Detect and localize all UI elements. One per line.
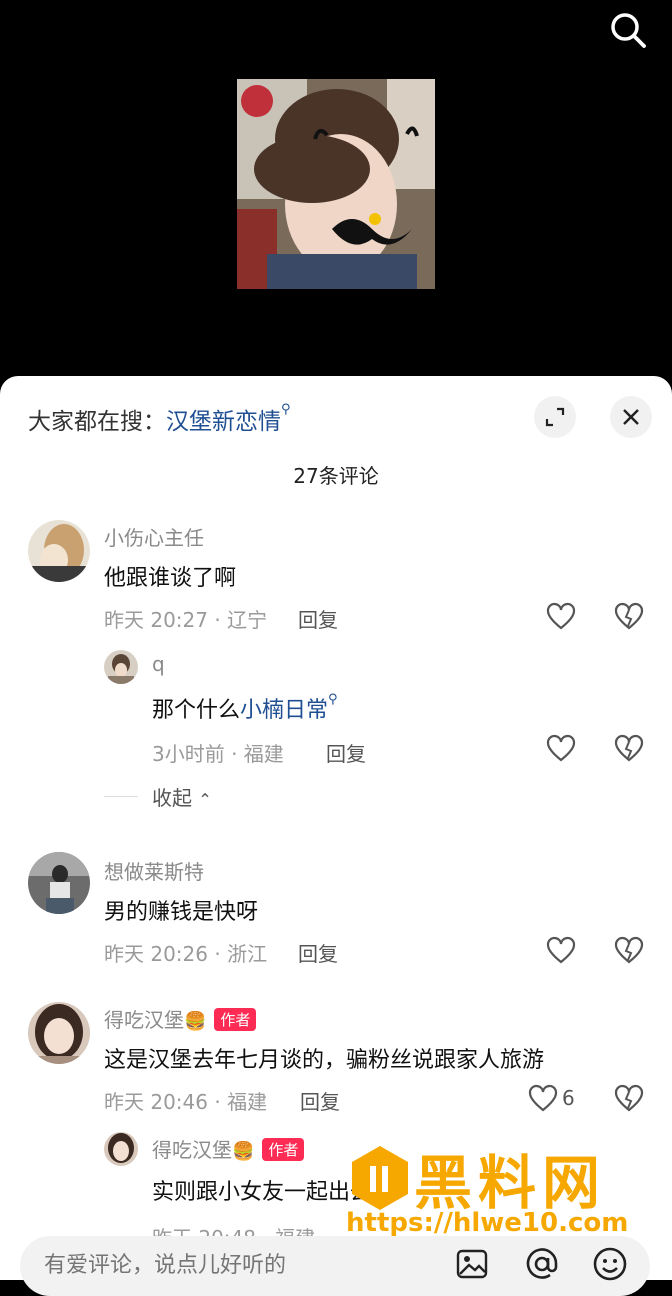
collapse-label: 收起 (152, 786, 192, 810)
comment-username[interactable]: 得吃汉堡🍔 作者 (104, 1004, 257, 1033)
mention-icon[interactable] (524, 1246, 560, 1282)
search-small-icon: ⚲ (328, 692, 338, 707)
avatar[interactable] (104, 1132, 138, 1166)
comment-meta: 昨天 20:27 · 辽宁 (104, 608, 268, 632)
comment-text[interactable]: 他跟谁谈了啊 (104, 560, 236, 592)
comment-username-text: 得吃汉堡 (104, 1008, 184, 1032)
emoji-icon[interactable] (592, 1246, 628, 1282)
reply-button[interactable]: 回复 (326, 738, 366, 767)
reply-button[interactable]: 回复 (298, 604, 338, 633)
reply-button[interactable]: 回复 (298, 938, 338, 967)
search-icon (611, 13, 646, 48)
avatar[interactable] (28, 520, 90, 582)
close-icon (623, 409, 639, 425)
author-badge: 作者 (214, 1008, 257, 1031)
hamburger-emoji-icon: 🍔 (232, 1141, 255, 1162)
like-icon[interactable] (546, 734, 576, 764)
reply-username-text: 得吃汉堡 (152, 1138, 232, 1162)
comment-meta: 昨天 20:46 · 福建 (104, 1090, 268, 1114)
author-badge: 作者 (262, 1138, 305, 1161)
like-icon[interactable] (546, 602, 576, 632)
hot-search-bar[interactable]: 大家都在搜：汉堡新恋情⚲ (28, 402, 291, 436)
reply-text[interactable]: 那个什么小楠日常⚲ (152, 692, 338, 724)
avatar[interactable] (28, 852, 90, 914)
collapse-button[interactable]: 收起 ⌃ (152, 782, 212, 811)
like-icon[interactable] (528, 1084, 558, 1114)
like-count: 6 (562, 1086, 575, 1110)
comment-count: 27条评论 (293, 464, 379, 488)
divider (104, 796, 138, 797)
avatar[interactable] (28, 1002, 90, 1064)
chevron-up-icon: ⌃ (198, 790, 212, 809)
watermark-url: https://hlwe10.com (346, 1208, 629, 1238)
comment-meta: 昨天 20:26 · 浙江 (104, 942, 268, 966)
reply-text-prefix: 那个什么 (152, 698, 241, 723)
dislike-icon[interactable] (614, 734, 644, 764)
comment-username[interactable]: 想做莱斯特 (104, 856, 204, 885)
dislike-icon[interactable] (614, 602, 644, 632)
avatar[interactable] (104, 650, 138, 684)
reply-button[interactable]: 回复 (300, 1086, 340, 1115)
comment-username[interactable]: 小伤心主任 (104, 522, 204, 551)
reply-keyword[interactable]: 小楠日常 (240, 698, 328, 723)
hot-search-keyword[interactable]: 汉堡新恋情 (166, 409, 281, 435)
close-button[interactable] (610, 396, 652, 438)
reply-username[interactable]: 得吃汉堡🍔 作者 (152, 1134, 305, 1163)
video-thumbnail[interactable] (237, 79, 435, 289)
reply-username[interactable]: q (152, 652, 165, 676)
expand-icon (545, 407, 565, 427)
search-small-icon: ⚲ (281, 402, 291, 417)
video-area (0, 0, 672, 380)
comment-text[interactable]: 这是汉堡去年七月谈的，骗粉丝说跟家人旅游 (104, 1042, 544, 1074)
hot-search-prefix: 大家都在搜： (28, 409, 166, 435)
comment-text[interactable]: 男的赚钱是快呀 (104, 894, 258, 926)
reply-meta: 3小时前 · 福建 (152, 742, 284, 766)
hamburger-emoji-icon: 🍔 (184, 1011, 207, 1032)
dislike-icon[interactable] (614, 936, 644, 966)
search-button[interactable] (606, 8, 650, 52)
image-icon[interactable] (454, 1246, 490, 1282)
dislike-icon[interactable] (614, 1084, 644, 1114)
comment-input[interactable] (42, 1252, 376, 1279)
like-icon[interactable] (546, 936, 576, 966)
expand-button[interactable] (534, 396, 576, 438)
comment-input-bar (20, 1236, 650, 1296)
